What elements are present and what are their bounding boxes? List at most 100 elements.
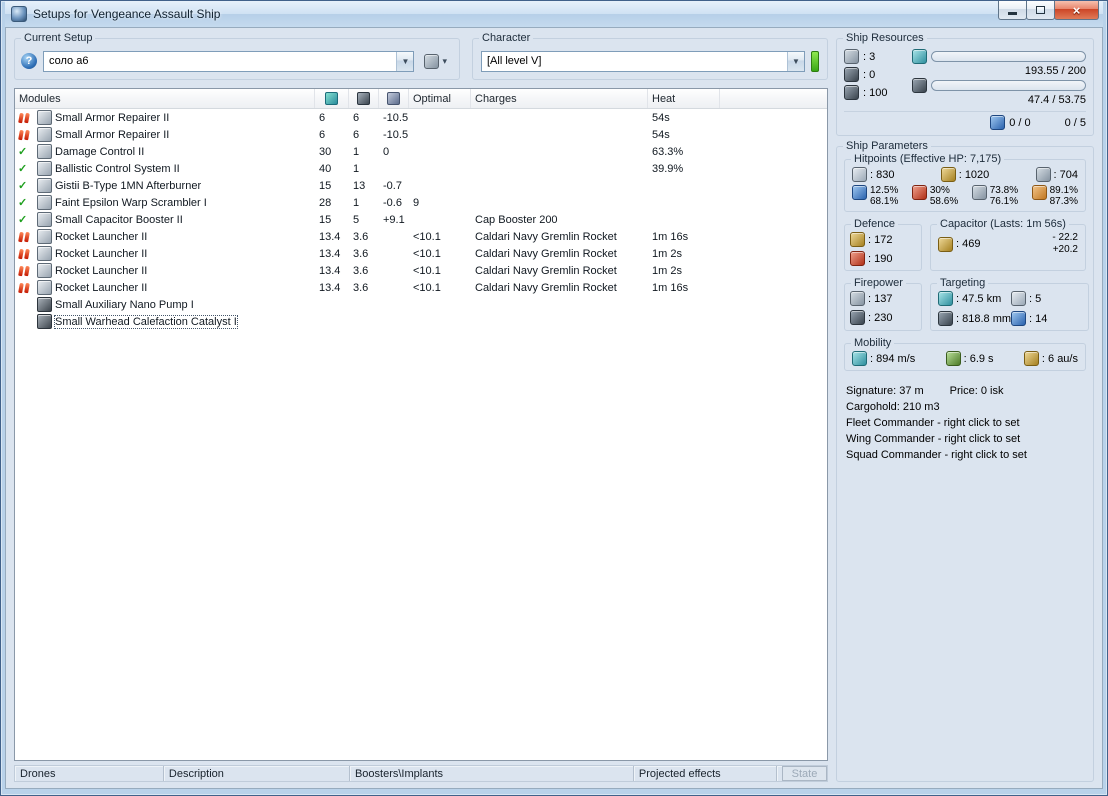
- module-name: Damage Control II: [55, 145, 145, 158]
- firepower-dps: : 137: [850, 291, 916, 306]
- table-row[interactable]: Small Capacitor Booster II 15 5 +9.1 Cap…: [15, 211, 827, 228]
- cpu-bar: [931, 51, 1086, 62]
- drone-capacity: 0 / 0: [990, 115, 1031, 130]
- rig-slots-value: 0 / 5: [1064, 116, 1086, 129]
- character-select-value: [All level V]: [487, 55, 542, 67]
- module-cpu: 13.4: [319, 247, 341, 260]
- column-cpu: [315, 89, 349, 108]
- character-group: Character [All level V] ▼: [472, 32, 828, 80]
- window: Setups for Vengeance Assault Ship × Curr…: [0, 0, 1108, 796]
- module-cap-use: [379, 245, 409, 262]
- active-check-icon: [18, 196, 30, 209]
- module-cpu: 6: [319, 128, 326, 141]
- shield-icon: [852, 167, 867, 182]
- table-row[interactable]: Gistii B-Type 1MN Afterburner 15 13 -0.7: [15, 177, 827, 194]
- module-name: Small Armor Repairer II: [55, 128, 170, 141]
- bottom-tabbar: Drones Description Boosters\Implants Pro…: [14, 765, 828, 782]
- module-cpu: [315, 313, 349, 330]
- fleet-commander[interactable]: Fleet Commander - right click to set: [846, 415, 1084, 431]
- price: Price: 0 isk: [949, 385, 1004, 397]
- chevron-down-icon[interactable]: ▼: [396, 51, 414, 71]
- module-charge: Caldari Navy Gremlin Rocket: [475, 247, 617, 260]
- tab-boosters-implants[interactable]: Boosters\Implants: [350, 766, 634, 781]
- rig-slots: 0 / 5: [1065, 117, 1086, 129]
- module-name: Small Warhead Calefaction Catalyst I: [54, 314, 238, 329]
- tab-drones[interactable]: Drones: [15, 766, 164, 781]
- module-icon: [37, 178, 52, 193]
- close-icon: ×: [1072, 2, 1081, 18]
- module-icon: [37, 212, 52, 227]
- launcher-hardpoints: : 0: [844, 67, 904, 82]
- restore-button[interactable]: [1026, 1, 1055, 20]
- module-icon: [37, 127, 52, 142]
- scan-resolution-value: : 818.8 mm: [956, 312, 1012, 325]
- max-velocity: : 894 m/s: [852, 351, 915, 366]
- cargohold: Cargohold: 210 m3: [846, 401, 940, 413]
- help-icon[interactable]: ?: [21, 53, 37, 69]
- module-optimal: <10.1: [413, 264, 441, 277]
- table-row[interactable]: Rocket Launcher II 13.4 3.6 <10.1 Caldar…: [15, 228, 827, 245]
- table-row[interactable]: Ballistic Control System II 40 1 39.9%: [15, 160, 827, 177]
- current-setup-group: Current Setup ? соло а6 ▼ ▾: [14, 32, 460, 80]
- table-row[interactable]: Small Armor Repairer II 6 6 -10.5 54s: [15, 126, 827, 143]
- character-label: Character: [479, 32, 534, 44]
- squad-commander[interactable]: Squad Commander - right click to set: [846, 447, 1084, 463]
- chevron-down-icon[interactable]: ▼: [787, 51, 804, 71]
- drone-capacity-value: 0 / 0: [1009, 116, 1031, 129]
- speed-icon: [852, 351, 867, 366]
- module-cap-use: [379, 313, 409, 330]
- table-row[interactable]: Damage Control II 30 1 0 63.3%: [15, 143, 827, 160]
- em-armor-resist: 68.1%: [870, 196, 899, 207]
- turret-hardpoint-icon: [844, 49, 859, 64]
- armor-hp-value: : 1020: [958, 168, 990, 181]
- module-cpu: 13.4: [319, 264, 341, 277]
- character-select[interactable]: [All level V] ▼: [481, 50, 805, 72]
- setup-select[interactable]: соло а6 ▼: [43, 50, 415, 72]
- explosive-resist-icon: [1031, 185, 1047, 200]
- targeting-range-value: : 47.5 km: [956, 292, 1002, 305]
- launcher-hardpoint-icon: [844, 67, 859, 82]
- setup-tools-button[interactable]: ▾: [420, 52, 451, 71]
- minimize-icon: [1008, 11, 1017, 15]
- minimize-button[interactable]: [998, 1, 1027, 20]
- table-row[interactable]: Small Armor Repairer II 6 6 -10.5 54s: [15, 109, 827, 126]
- table-row[interactable]: Small Warhead Calefaction Catalyst I: [15, 313, 827, 330]
- em-resists: 12.5% 68.1%: [852, 185, 898, 207]
- table-row[interactable]: Rocket Launcher II 13.4 3.6 <10.1 Caldar…: [15, 279, 827, 296]
- armor-icon: [940, 167, 956, 182]
- tab-projected-effects[interactable]: Projected effects: [634, 766, 777, 781]
- close-button[interactable]: ×: [1054, 1, 1099, 20]
- capacitor-label: Capacitor (Lasts: 1m 56s): [937, 218, 1069, 230]
- table-row[interactable]: Rocket Launcher II 13.4 3.6 <10.1 Caldar…: [15, 262, 827, 279]
- module-optimal: [409, 313, 471, 330]
- module-cap-use: -0.7: [383, 179, 402, 192]
- thermal-armor-resist: 58.6%: [929, 196, 959, 207]
- mobility-label: Mobility: [851, 337, 895, 349]
- module-name: Ballistic Control System II: [55, 162, 180, 175]
- kinetic-armor-resist: 76.1%: [989, 196, 1019, 207]
- defence-sustained: : 190: [850, 251, 916, 266]
- table-row[interactable]: Faint Epsilon Warp Scrambler I 28 1 -0.6…: [15, 194, 827, 211]
- table-row[interactable]: Rocket Launcher II 13.4 3.6 <10.1 Caldar…: [15, 245, 827, 262]
- hitpoints-label: Hitpoints (Effective HP: 7,175): [851, 153, 1005, 165]
- titlebar[interactable]: Setups for Vengeance Assault Ship ×: [5, 1, 1103, 27]
- module-icon: [37, 263, 52, 278]
- table-row[interactable]: Small Auxiliary Nano Pump I: [15, 296, 827, 313]
- powergrid-bar: [931, 80, 1086, 91]
- hull-hp-value: : 704: [1053, 168, 1078, 181]
- module-optimal: <10.1: [413, 281, 441, 294]
- module-name: Rocket Launcher II: [55, 264, 148, 277]
- turret-hardpoints: : 3: [844, 49, 904, 64]
- modules-table: Modules Optimal Charges Heat Small Armor…: [14, 88, 828, 761]
- module-cap-use: -10.5: [383, 111, 409, 124]
- state-button-disabled: State: [781, 766, 827, 781]
- hull-hp: : 704: [1035, 167, 1078, 182]
- module-powergrid: 3.6: [353, 230, 369, 243]
- mobility-box: Mobility : 894 m/s : 6.9 s: 6 au/s: [844, 337, 1086, 371]
- module-charge: [471, 177, 648, 194]
- module-charge: Caldari Navy Gremlin Rocket: [475, 264, 617, 277]
- defence-reinforced-value: : 172: [868, 233, 893, 246]
- module-heat: 54s: [652, 111, 670, 124]
- tab-description[interactable]: Description: [164, 766, 350, 781]
- wing-commander[interactable]: Wing Commander - right click to set: [846, 431, 1084, 447]
